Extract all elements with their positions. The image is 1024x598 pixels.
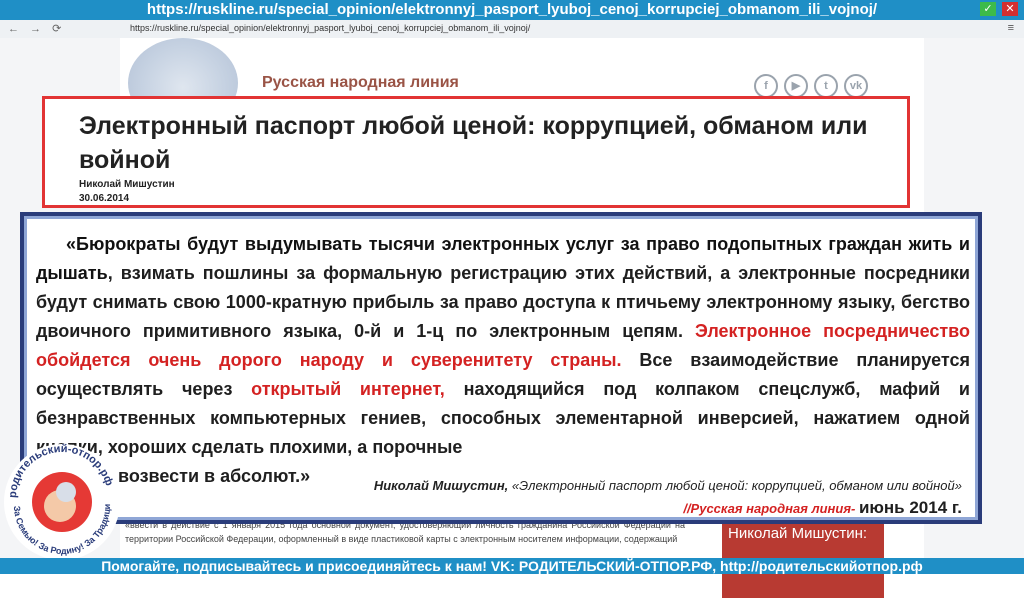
quote-source: //Русская народная линия- июнь 2014 г.	[683, 498, 962, 518]
quote-highlight-2: открытый интернет,	[251, 379, 445, 399]
window-buttons: ✓ ✕	[980, 2, 1018, 16]
article-title-box: Электронный паспорт любой ценой: коррупц…	[42, 96, 910, 208]
slide-url[interactable]: https://ruskline.ru/special_opinion/elek…	[0, 0, 1024, 20]
article-author: Николай Мишустин	[79, 179, 175, 190]
source-date: июнь 2014 г.	[858, 498, 962, 517]
quote-part-5: возвести в абсолют.»	[118, 466, 311, 486]
browser-toolbar: ← → ⟳ https://ruskline.ru/special_opinio…	[0, 20, 1024, 39]
child-hair-icon	[56, 482, 76, 502]
facebook-icon[interactable]: f	[754, 74, 778, 98]
close-icon[interactable]: ✕	[1002, 2, 1018, 16]
quote-attribution: Николай Мишустин, «Электронный паспорт л…	[374, 478, 962, 493]
quote-text: «Бюрократы будут выдумывать тысячи элект…	[36, 230, 970, 491]
quote-box: «Бюрократы будут выдумывать тысячи элект…	[20, 212, 982, 524]
logo-graphic: родительский-отпор.рф За Семью! За Родин…	[0, 424, 120, 560]
top-url-bar: https://ruskline.ru/special_opinion/elek…	[0, 0, 1024, 20]
menu-icon[interactable]: ≡	[1008, 22, 1014, 34]
vk-icon[interactable]: vk	[844, 74, 868, 98]
attribution-author: Николай Мишустин,	[373, 478, 509, 493]
article-title: Электронный паспорт любой ценой: коррупц…	[79, 112, 868, 174]
footer-bar[interactable]: Помогайте, подписывайтесь и присоединяйт…	[0, 558, 1024, 574]
checkmark-icon[interactable]: ✓	[980, 2, 996, 16]
article-date: 30.06.2014	[79, 193, 130, 204]
source-name: //Русская народная линия-	[683, 501, 859, 516]
attribution-title: «Электронный паспорт любой ценой: корруп…	[508, 478, 962, 493]
parents-resistance-logo: родительский-отпор.рф За Семью! За Родин…	[0, 424, 122, 562]
nav-arrows-icon[interactable]: ← → ⟳	[8, 22, 65, 35]
site-title[interactable]: Русская народная линия	[262, 74, 459, 92]
twitter-icon[interactable]: t	[814, 74, 838, 98]
social-icons: f ▶ t vk	[754, 74, 868, 98]
youtube-icon[interactable]: ▶	[784, 74, 808, 98]
address-bar[interactable]: https://ruskline.ru/special_opinion/elek…	[130, 23, 530, 33]
